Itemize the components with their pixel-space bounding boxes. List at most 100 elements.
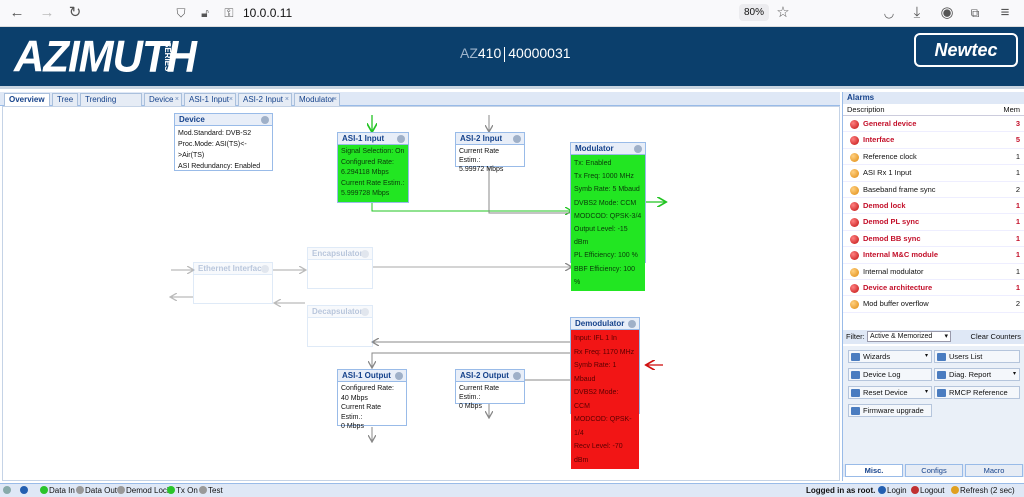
alarm-mem-count: 1	[1015, 151, 1020, 161]
report-icon	[937, 371, 946, 379]
tab-macro[interactable]: Macro	[965, 464, 1023, 477]
close-icon[interactable]: ×	[333, 94, 337, 106]
asi2-output-block[interactable]: ASI-2 Output Current Rate Estim.: 0 Mbps	[455, 369, 525, 410]
tab-misc[interactable]: Misc.	[845, 464, 903, 477]
extensions-icon[interactable]: ⧉	[964, 3, 986, 23]
refresh-button[interactable]: Refresh (2 sec)	[951, 484, 1015, 497]
back-icon[interactable]: ←	[6, 3, 28, 23]
info-icon[interactable]	[20, 484, 29, 497]
tab-tree[interactable]: Tree	[52, 93, 78, 106]
reset-icon	[851, 389, 860, 397]
toggle-icon[interactable]	[361, 250, 369, 258]
wizards-button[interactable]: Wizards ▾	[848, 350, 932, 363]
encapsulator-block[interactable]: Encapsulator	[307, 247, 373, 289]
alarms-title: Alarms	[843, 92, 1024, 104]
tab-asi1-input[interactable]: ASI-1 Input ×	[184, 93, 236, 106]
alarm-row[interactable]: Demod PL sync 1	[843, 214, 1024, 231]
toggle-icon[interactable]	[513, 135, 521, 143]
alarm-label: Internal modulator	[863, 266, 924, 276]
forward-icon[interactable]: →	[36, 3, 58, 23]
tab-device[interactable]: Device ×	[144, 93, 182, 106]
alarm-row[interactable]: General device 3	[843, 116, 1024, 133]
alarm-mem-count: 2	[1015, 299, 1020, 309]
toggle-icon[interactable]	[513, 372, 521, 380]
alarm-row[interactable]: Baseband frame sync 2	[843, 182, 1024, 198]
modulator-block[interactable]: Modulator Tx: Enabled Tx Freq: 1000 MHz Sy…	[570, 142, 646, 292]
bottom-tabs: Misc. Configs Macro	[843, 464, 1024, 477]
tab-configs[interactable]: Configs	[905, 464, 963, 477]
alarm-mem-count: 1	[1015, 282, 1020, 292]
device-log-button[interactable]: Device Log	[848, 368, 932, 381]
status-bar: Data In Data Out Demod Lock Tx On Test L…	[0, 483, 1024, 497]
reset-device-button[interactable]: Reset Device ▾	[848, 386, 932, 399]
signal-wires	[3, 115, 841, 482]
alarm-label: ASI Rx 1 Input	[863, 168, 912, 178]
close-icon[interactable]: ×	[175, 94, 179, 106]
tab-asi2-input[interactable]: ASI-2 Input ×	[238, 93, 292, 106]
alarm-row[interactable]: ASI Rx 1 Input 1	[843, 165, 1024, 182]
toggle-icon[interactable]	[261, 265, 269, 273]
toggle-icon[interactable]	[397, 135, 405, 143]
filter-select[interactable]: Active & Memorized ▾	[867, 331, 951, 342]
key-icon[interactable]: ⚿	[218, 3, 240, 23]
device-block[interactable]: Device Mod.Standard: DVB-S2 Proc.Mode: AS…	[174, 113, 273, 171]
alarm-label: Demod lock	[863, 200, 906, 210]
close-icon[interactable]: ×	[285, 94, 289, 106]
toggle-icon[interactable]	[361, 308, 369, 316]
tab-trending-graphs[interactable]: Trending Graphs	[80, 93, 142, 116]
alarm-row[interactable]: Interface 5	[843, 132, 1024, 149]
shield-icon[interactable]: ⛉	[170, 3, 192, 23]
close-icon[interactable]: ×	[229, 94, 233, 106]
rmcp-reference-button[interactable]: RMCP Reference	[934, 386, 1020, 399]
alarm-mem-count: 5	[1015, 135, 1020, 145]
toggle-icon[interactable]	[261, 116, 269, 124]
alarm-mem-count: 3	[1015, 119, 1020, 128]
pocket-icon[interactable]: ◡	[878, 3, 900, 23]
logout-button[interactable]: Logout	[911, 484, 944, 497]
toggle-icon[interactable]	[395, 372, 403, 380]
diag-report-button[interactable]: Diag. Report ▾	[934, 368, 1020, 381]
alarm-critical-icon	[850, 120, 859, 129]
tab-modulator[interactable]: Modulator ×	[294, 93, 340, 106]
alarm-row[interactable]: Reference clock 1	[843, 149, 1024, 166]
star-icon[interactable]: ☆	[772, 3, 794, 23]
alarm-row[interactable]: Demod BB sync 1	[843, 231, 1024, 248]
decapsulator-block[interactable]: Decapsulator	[307, 305, 373, 347]
upload-icon	[851, 407, 860, 415]
login-button[interactable]: Login	[878, 484, 907, 497]
alarm-list: General device 3 Interface 5 Reference clock…	[843, 116, 1024, 313]
block-title: ASI-1 Input	[342, 134, 385, 143]
alarm-row[interactable]: Device architecture 1	[843, 280, 1024, 297]
menu-icon[interactable]: ≡	[994, 3, 1016, 23]
reload-icon[interactable]: ↻	[64, 3, 86, 23]
demod-lock-led: Demod Lock	[117, 484, 171, 497]
download-icon[interactable]: ⤓	[906, 3, 928, 23]
zoom-level[interactable]: 80%	[739, 4, 769, 21]
model-info: AZ410 40000031	[460, 45, 571, 62]
toggle-icon[interactable]	[634, 145, 642, 153]
url-field[interactable]: 10.0.0.11	[243, 6, 292, 20]
asi2-input-block[interactable]: ASI-2 Input Current Rate Estim.: 5.99972 …	[455, 132, 525, 173]
alarm-row[interactable]: Internal modulator 1	[843, 264, 1024, 280]
alarm-critical-icon	[850, 201, 859, 211]
asi1-input-block[interactable]: ASI-1 Input Signal Selection: On Configur…	[337, 132, 409, 203]
toggle-icon[interactable]	[628, 320, 636, 328]
ethernet-interface-block[interactable]: Ethernet Interface	[193, 262, 273, 304]
account-icon[interactable]: ◉	[936, 3, 958, 23]
alarm-row[interactable]: Mod buffer overflow 2	[843, 296, 1024, 313]
block-title: Ethernet Interface	[198, 264, 267, 273]
alarm-row[interactable]: Demod lock 1	[843, 198, 1024, 215]
block-title: Device	[179, 115, 205, 124]
alarm-label: Baseband frame sync	[863, 184, 936, 194]
lock-icon[interactable]: 🔓︎	[194, 3, 216, 23]
tab-overview[interactable]: Overview	[4, 93, 50, 106]
alarm-label: Internal M&C module	[863, 250, 939, 260]
alarm-row[interactable]: Internal M&C module 1	[843, 247, 1024, 264]
demodulator-block[interactable]: Demodulator Input: IFL 1 In Rx Freq: 1170…	[570, 317, 640, 469]
alarm-warning-icon	[850, 267, 859, 277]
tools-icon[interactable]	[3, 484, 12, 497]
clear-counters-button[interactable]: Clear Counters	[971, 330, 1021, 344]
asi1-output-block[interactable]: ASI-1 Output Configured Rate: 40 Mbps Curr…	[337, 369, 407, 430]
firmware-upgrade-button[interactable]: Firmware upgrade	[848, 404, 932, 417]
users-list-button[interactable]: Users List	[934, 350, 1020, 363]
